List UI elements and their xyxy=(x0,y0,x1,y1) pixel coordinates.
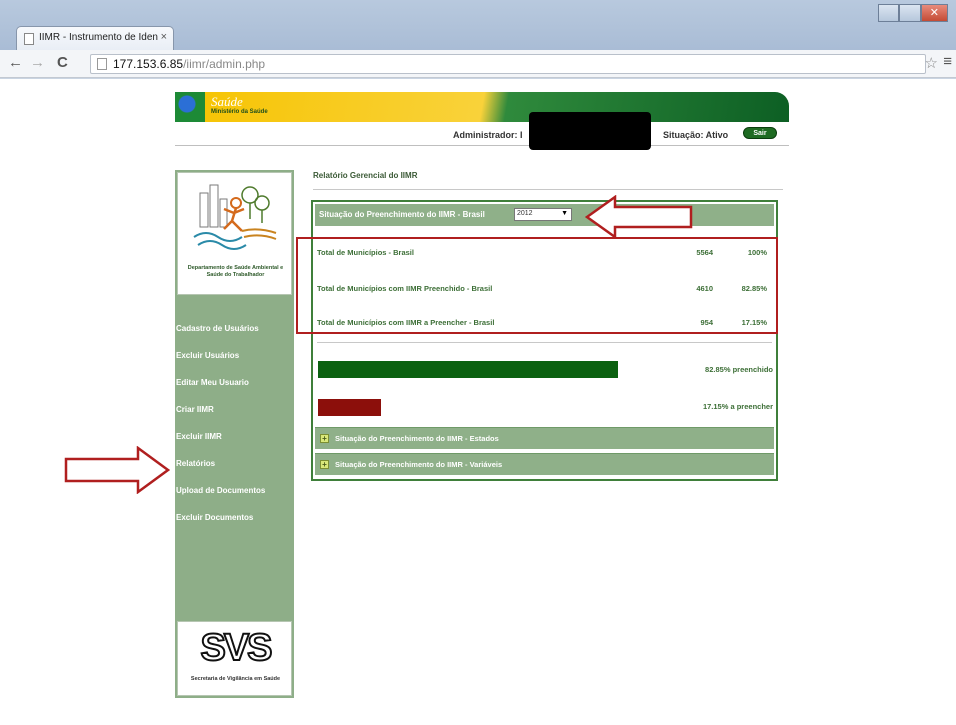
year-select-value: 2012 xyxy=(517,210,533,217)
panel-header-label: Situação do Preenchimento do IIMR - Bras… xyxy=(319,210,485,219)
page-favicon-icon xyxy=(24,33,34,45)
pending-progress-track xyxy=(318,399,618,416)
browser-titlebar: IIMR - Instrumento de Iden × ✕ xyxy=(0,0,956,50)
brazil-flag-icon xyxy=(175,92,205,122)
environment-illustration-icon xyxy=(193,184,277,250)
page-title: Relatório Gerencial do IIMR xyxy=(313,171,418,180)
browser-tab[interactable]: IIMR - Instrumento de Iden × xyxy=(16,26,174,50)
close-window-button[interactable]: ✕ xyxy=(920,4,948,22)
pending-progress-label: 17.15% a preencher xyxy=(702,402,773,411)
ministry-banner: Saúde Ministério da Saúde xyxy=(175,92,789,122)
back-arrow-icon[interactable]: ← xyxy=(8,55,23,71)
reload-icon[interactable]: C xyxy=(57,55,68,71)
filled-progress-label: 82.85% preenchido xyxy=(705,365,773,374)
section-variaveis-toggle[interactable]: + Situação do Preenchimento do IIMR - Va… xyxy=(315,453,774,475)
sidebar-item-editar-usuario[interactable]: Editar Meu Usuario xyxy=(175,377,294,404)
filled-progress-bar xyxy=(318,361,618,378)
user-bar: Administrador: I Situação: Ativo Sair xyxy=(175,112,789,150)
annotation-highlight-box xyxy=(296,237,778,334)
year-select[interactable]: 2012 ▼ xyxy=(514,208,572,221)
stats-divider xyxy=(317,342,772,343)
url-host: 177.153.6.85 xyxy=(113,57,184,71)
minimize-button[interactable] xyxy=(878,4,900,22)
sidebar-item-excluir-usuarios[interactable]: Excluir Usuários xyxy=(175,350,294,377)
admin-label: Administrador: I xyxy=(453,130,523,140)
brand-name: Saúde xyxy=(211,94,243,109)
sidebar-menu: Cadastro de Usuários Excluir Usuários Ed… xyxy=(175,323,294,539)
sidebar: Departamento de Saúde Ambiental e Saúde … xyxy=(175,170,294,698)
filled-progress-track xyxy=(318,361,618,378)
title-divider xyxy=(313,189,783,190)
panel-header: Situação do Preenchimento do IIMR - Bras… xyxy=(315,204,774,226)
sidebar-item-excluir-iimr[interactable]: Excluir IIMR xyxy=(175,431,294,458)
department-name: Departamento de Saúde Ambiental e Saúde … xyxy=(187,265,284,278)
browser-menu-icon[interactable]: ≡ xyxy=(943,53,952,70)
brand-subtitle: Ministério da Saúde xyxy=(211,109,268,115)
tab-close-icon[interactable]: × xyxy=(161,31,167,43)
status-label: Situação: Ativo xyxy=(663,130,729,140)
page-icon xyxy=(97,58,107,70)
department-logo: Departamento de Saúde Ambiental e Saúde … xyxy=(177,172,292,295)
section-estados-toggle[interactable]: + Situação do Preenchimento do IIMR - Es… xyxy=(315,427,774,449)
svs-caption: Secretaria de Vigilância em Saúde xyxy=(190,676,281,682)
url-path: /iimr/admin.php xyxy=(183,57,266,71)
sidebar-item-excluir-documentos[interactable]: Excluir Documentos xyxy=(175,512,294,539)
dropdown-caret-icon: ▼ xyxy=(561,210,568,217)
exit-button[interactable]: Sair xyxy=(743,127,777,139)
browser-toolbar: ← → C 177.153.6.85/iimr/admin.php ☆ ≡ xyxy=(0,50,956,78)
tab-title: IIMR - Instrumento de Iden xyxy=(39,32,158,43)
annotation-arrow-right-icon xyxy=(64,446,170,494)
sidebar-item-upload-documentos[interactable]: Upload de Documentos xyxy=(175,485,294,512)
sidebar-item-relatorios[interactable]: Relatórios xyxy=(175,458,294,485)
annotation-arrow-left-icon xyxy=(585,195,693,239)
sidebar-item-criar-iimr[interactable]: Criar IIMR xyxy=(175,404,294,431)
address-bar[interactable]: 177.153.6.85/iimr/admin.php xyxy=(90,54,926,74)
redacted-username xyxy=(529,112,651,150)
pending-progress-bar xyxy=(318,399,381,416)
expand-plus-icon: + xyxy=(320,460,329,469)
section-estados-label: Situação do Preenchimento do IIMR - Esta… xyxy=(335,434,499,443)
section-variaveis-label: Situação do Preenchimento do IIMR - Vari… xyxy=(335,460,503,469)
window-controls: ✕ xyxy=(878,4,948,22)
svs-logo: SVS xyxy=(199,627,273,669)
maximize-button[interactable] xyxy=(899,4,921,22)
svs-logo-box: SVS Secretaria de Vigilância em Saúde xyxy=(177,621,292,696)
expand-plus-icon: + xyxy=(320,434,329,443)
page-viewport: Saúde Ministério da Saúde Administrador:… xyxy=(0,79,956,725)
sidebar-item-cadastro-usuarios[interactable]: Cadastro de Usuários xyxy=(175,323,294,350)
forward-arrow-icon[interactable]: → xyxy=(30,55,45,71)
bookmark-star-icon[interactable]: ☆ xyxy=(925,54,938,72)
